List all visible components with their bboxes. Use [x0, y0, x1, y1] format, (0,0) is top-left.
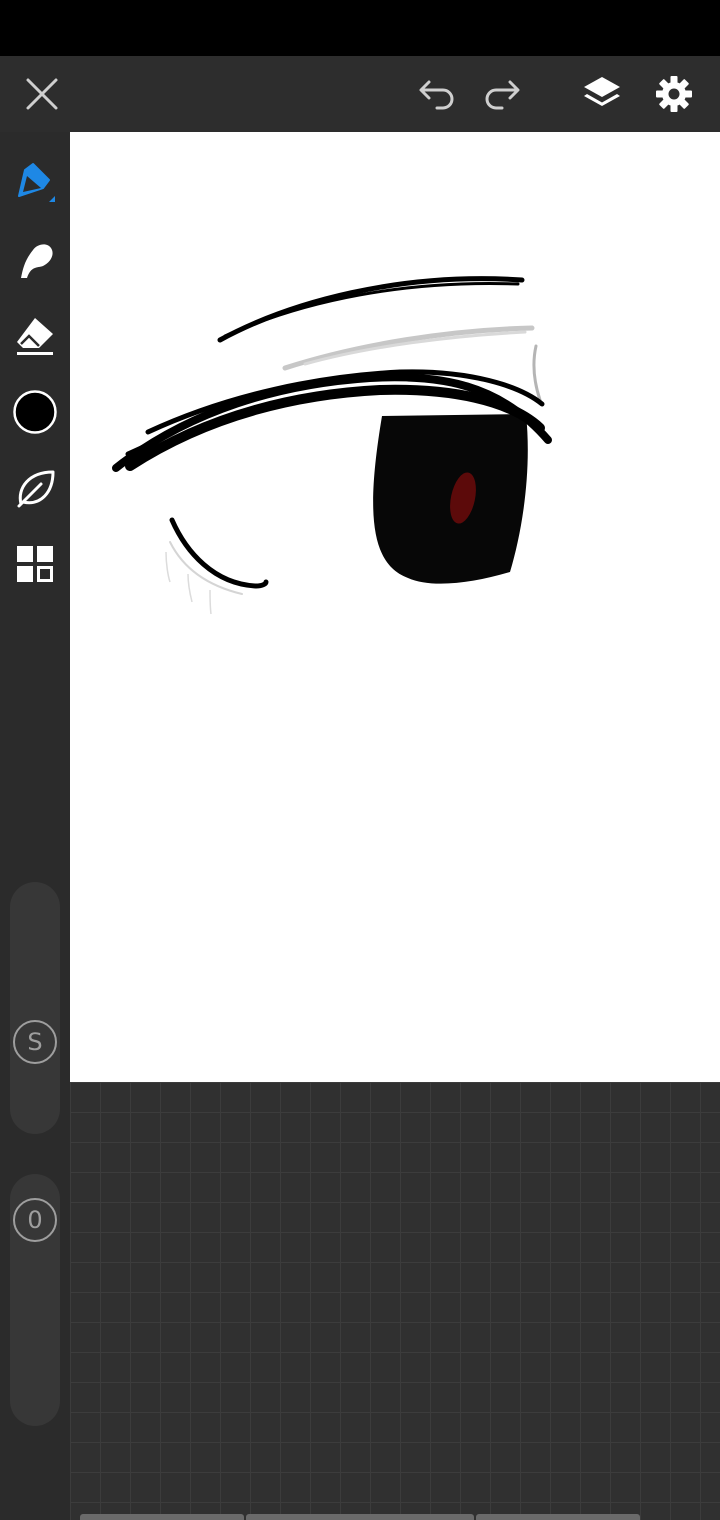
grid-tool-button[interactable] — [7, 536, 63, 592]
smudge-tool-button[interactable] — [7, 232, 63, 288]
tool-rail: S 0 — [0, 132, 70, 1520]
bottom-handle-right — [476, 1514, 640, 1520]
pen-icon — [18, 163, 55, 202]
leaf-icon — [17, 470, 55, 508]
redo-button[interactable] — [477, 70, 527, 118]
eraser-icon — [17, 318, 53, 355]
status-bar — [0, 0, 720, 56]
workspace-background — [70, 1082, 720, 1520]
smudge-icon — [21, 244, 53, 278]
eye-drawing — [112, 276, 552, 615]
gear-icon — [656, 76, 692, 112]
pen-tool-button[interactable] — [7, 156, 63, 212]
settings-button[interactable] — [648, 70, 700, 118]
top-toolbar — [0, 56, 720, 132]
bottom-handle-left — [80, 1514, 244, 1520]
close-icon — [26, 78, 58, 110]
opacity-slider[interactable]: 0 — [10, 1174, 60, 1426]
bottom-handle-center — [246, 1514, 474, 1520]
brush-size-knob[interactable]: S — [13, 1020, 57, 1064]
opacity-knob[interactable]: 0 — [13, 1198, 57, 1242]
undo-button[interactable] — [412, 70, 462, 118]
eraser-tool-button[interactable] — [7, 308, 63, 364]
color-swatch-icon — [13, 390, 57, 434]
redo-icon — [485, 80, 520, 110]
grid-icon — [17, 546, 53, 582]
leaf-tool-button[interactable] — [7, 460, 63, 516]
layers-icon — [584, 77, 620, 106]
drawing-canvas[interactable] — [70, 132, 720, 1082]
layers-button[interactable] — [576, 70, 628, 118]
brush-size-slider[interactable]: S — [10, 882, 60, 1134]
color-picker-button[interactable] — [7, 384, 63, 440]
close-button[interactable] — [18, 70, 66, 118]
undo-icon — [419, 80, 454, 110]
